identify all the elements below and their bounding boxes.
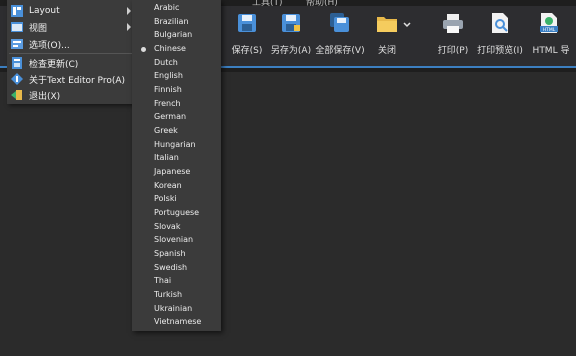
html-icon: HTML [540,13,558,33]
menu-item-exit[interactable]: 退出(X) [7,87,134,103]
view-icon [11,22,23,32]
chevron-down-icon [403,22,411,28]
menu-item-label: 检查更新(C) [29,59,79,70]
print-button[interactable]: 打印(P) [436,8,470,56]
menu-item-label: Layout [29,6,60,16]
language-item-vietnamese[interactable]: Vietnamese [154,317,201,326]
options-icon [11,39,23,49]
language-item-french[interactable]: French [154,99,181,108]
html-icon-text: HTML [543,27,556,33]
html-export-button[interactable]: HTML HTML 导 [528,8,570,56]
menu-item-view[interactable]: 视图 [7,19,134,35]
print-preview-button[interactable]: 打印预览(I) [476,8,524,56]
print-preview-label: 打印预览(I) [477,46,523,56]
language-item-brazilian[interactable]: Brazilian [154,17,189,26]
language-item-arabic[interactable]: Arabic [154,3,179,12]
language-item-finnish[interactable]: Finnish [154,85,182,94]
menu-item-label: 关于Text Editor Pro(A) [29,75,126,86]
language-item-italian[interactable]: Italian [154,153,179,162]
language-item-polski[interactable]: Polski [154,194,177,203]
language-item-bulgarian[interactable]: Bulgarian [154,30,192,39]
printer-icon [443,14,463,33]
update-icon [12,57,22,69]
save-all-icon [330,13,349,32]
menu-item-label: 退出(X) [29,91,61,102]
menu-item-options[interactable]: 选项(O)... [7,36,134,52]
language-item-german[interactable]: German [154,112,186,121]
save-as-icon [282,14,300,32]
language-item-turkish[interactable]: Turkish [154,290,182,299]
language-item-korean[interactable]: Korean [154,181,182,190]
close-label: 关闭 [377,46,396,56]
language-item-greek[interactable]: Greek [154,126,178,135]
folder-icon [377,17,397,32]
language-item-hungarian[interactable]: Hungarian [154,140,196,149]
save-icon [238,14,256,32]
language-item-slovak[interactable]: Slovak [154,222,180,231]
print-preview-icon [492,13,508,33]
about-icon [11,73,23,85]
layout-icon [11,5,23,17]
editor-area[interactable] [0,72,576,356]
save-button[interactable]: 保存(S) [230,8,264,56]
language-item-slovenian[interactable]: Slovenian [154,235,193,244]
save-as-label: 另存为(A) [270,46,312,56]
language-item-ukrainian[interactable]: Ukrainian [154,304,192,313]
menu-item-layout[interactable]: Layout [7,3,134,19]
language-item-japanese[interactable]: Japanese [154,167,190,176]
language-item-english[interactable]: English [154,71,183,80]
menu-item-label: 视图 [29,23,48,34]
save-all-label: 全部保存(V) [315,46,365,56]
selected-bullet-icon [141,47,146,52]
menu-item-check-update[interactable]: 检查更新(C) [7,55,134,71]
save-all-button[interactable]: 全部保存(V) [315,8,365,56]
tools-menu: Layout 视图 选项(O)... 检查更新(C) 关于Text Editor… [7,0,134,104]
save-as-button[interactable]: 另存为(A) [270,8,312,56]
menu-separator [9,53,132,54]
submenu-arrow-icon [127,23,131,31]
submenu-arrow-icon [127,7,131,15]
language-item-swedish[interactable]: Swedish [154,263,187,272]
exit-icon [11,90,22,100]
save-label: 保存(S) [231,46,263,56]
language-item-spanish[interactable]: Spanish [154,249,186,258]
language-item-thai[interactable]: Thai [154,276,171,285]
language-item-portuguese[interactable]: Portuguese [154,208,199,217]
close-button[interactable]: 关闭 [372,8,412,56]
menu-item-label: 选项(O)... [29,40,70,51]
language-item-dutch[interactable]: Dutch [154,58,178,67]
print-label: 打印(P) [437,46,469,56]
html-export-label: HTML 导 [532,46,570,56]
language-item-chinese[interactable]: Chinese [154,44,186,53]
language-submenu: Arabic Brazilian Bulgarian Chinese Dutch… [132,0,221,331]
menu-item-about[interactable]: 关于Text Editor Pro(A) [7,71,134,87]
